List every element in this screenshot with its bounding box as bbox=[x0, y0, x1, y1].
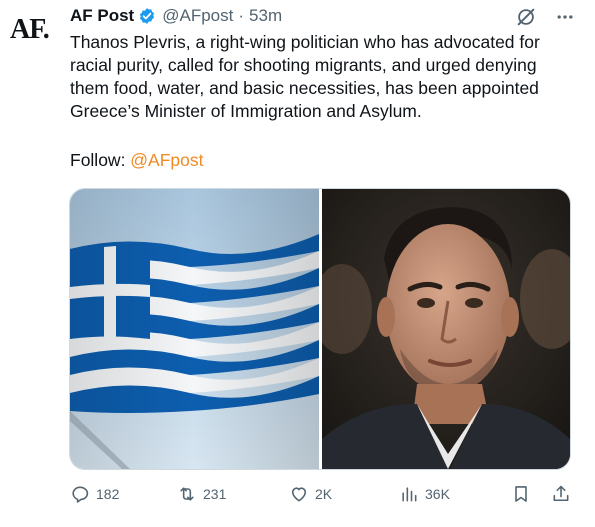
bookmark-icon bbox=[515, 486, 527, 502]
follow-label: Follow: bbox=[70, 150, 131, 170]
repost-icon bbox=[180, 487, 194, 501]
author-handle[interactable]: @AFpost bbox=[162, 6, 233, 26]
portrait-photo[interactable] bbox=[322, 189, 570, 469]
share-button[interactable] bbox=[551, 484, 571, 504]
media-grid bbox=[69, 188, 571, 470]
post-timestamp[interactable]: 53m bbox=[249, 6, 282, 26]
like-button[interactable]: 2K bbox=[289, 484, 332, 504]
views-icon bbox=[402, 487, 417, 502]
avatar-logo-text: AF. bbox=[10, 14, 50, 45]
mention-link[interactable]: @AFpost bbox=[130, 150, 203, 170]
like-icon bbox=[291, 487, 307, 502]
author-name[interactable]: AF Post bbox=[70, 6, 134, 26]
bookmark-button[interactable] bbox=[511, 484, 531, 504]
repost-count: 231 bbox=[203, 486, 227, 502]
tweet-header: AF Post @AFpost · 53m bbox=[70, 4, 282, 28]
reply-icon bbox=[72, 486, 89, 503]
grok-icon[interactable] bbox=[515, 6, 537, 28]
views-count: 36K bbox=[425, 486, 450, 502]
verified-badge-icon[interactable] bbox=[138, 7, 156, 25]
more-icon[interactable] bbox=[555, 7, 575, 27]
share-icon bbox=[553, 485, 569, 502]
avatar[interactable]: AF. bbox=[10, 10, 58, 50]
header-actions bbox=[515, 6, 575, 28]
reply-count: 182 bbox=[96, 486, 120, 502]
tweet-card[interactable]: AF. AF Post @AFpost · 53m Thanos Plevris… bbox=[0, 0, 595, 527]
tweet-text: Thanos Plevris, a right-wing politician … bbox=[70, 32, 545, 121]
separator-dot: · bbox=[238, 6, 245, 25]
like-count: 2K bbox=[315, 486, 333, 502]
repost-button[interactable]: 231 bbox=[177, 484, 226, 504]
follow-line: Follow: @AFpost bbox=[70, 149, 204, 172]
action-bar: 182 231 2K 36K bbox=[70, 484, 575, 510]
greek-flag-photo[interactable] bbox=[70, 189, 319, 469]
views-button[interactable]: 36K bbox=[399, 484, 450, 504]
reply-button[interactable]: 182 bbox=[70, 484, 119, 504]
